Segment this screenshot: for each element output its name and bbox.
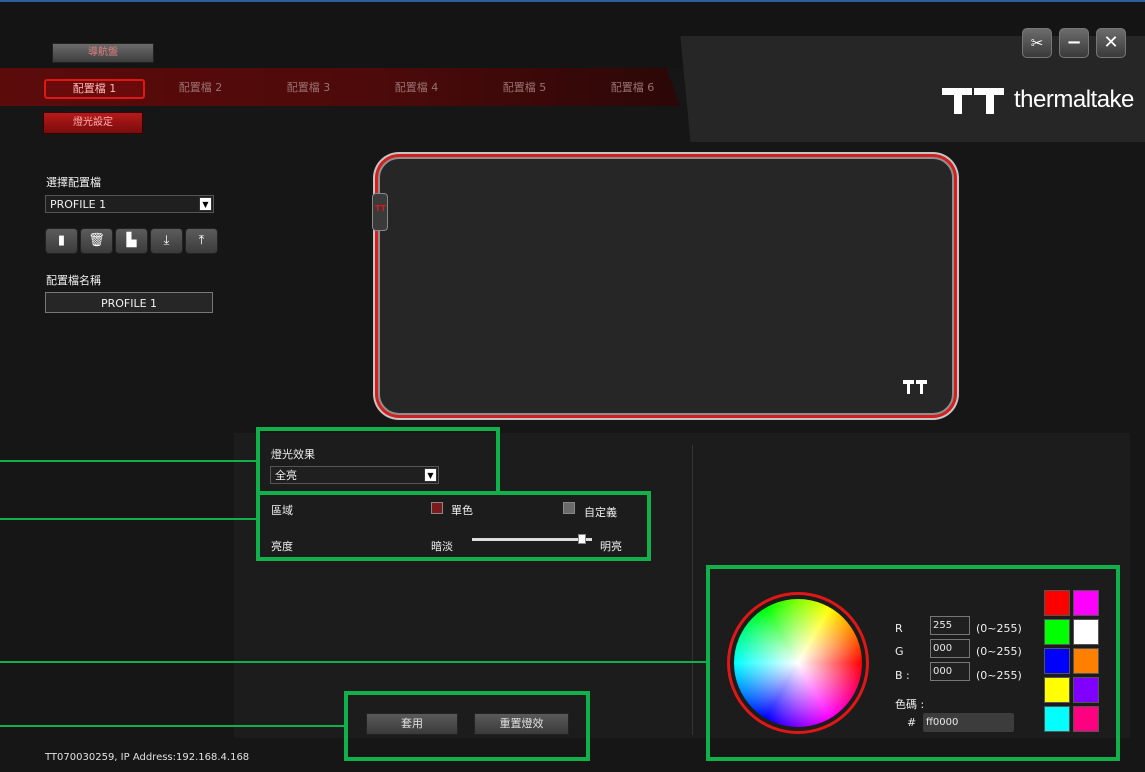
close-icon: ✕ xyxy=(1103,32,1119,53)
tab-profile-4[interactable]: 配置檔 4 xyxy=(368,79,465,97)
annotation-line-4 xyxy=(0,725,346,727)
profile-select[interactable]: PROFILE 1 ▼ xyxy=(45,195,214,213)
export-profile-button[interactable]: ⤒ xyxy=(185,228,218,254)
tools-icon: ✂ xyxy=(1030,34,1044,52)
chevron-down-icon[interactable]: ▼ xyxy=(199,197,212,211)
copy-icon: ▙ xyxy=(126,233,137,248)
import-profile-button[interactable]: ⤓ xyxy=(150,228,183,254)
annotation-line-1 xyxy=(0,460,258,462)
annotation-line-3 xyxy=(0,661,708,663)
panel-divider xyxy=(692,445,693,735)
profile-name-label: 配置檔名稱 xyxy=(46,274,101,287)
tab-profile-1[interactable]: 配置檔 1 xyxy=(44,79,145,99)
tab-profile-2[interactable]: 配置檔 2 xyxy=(152,79,249,97)
profile-select-value: PROFILE 1 xyxy=(50,198,107,211)
device-info: TT070030259, IP Address:192.168.4.168 xyxy=(45,752,250,763)
import-icon: ⤓ xyxy=(163,233,170,248)
thermaltake-logo: thermaltake xyxy=(940,82,1140,122)
annotation-box-effect xyxy=(256,427,500,495)
tab-profile-3[interactable]: 配置檔 3 xyxy=(260,79,357,97)
tab-profile-5[interactable]: 配置檔 5 xyxy=(476,79,573,97)
tt-logo-icon xyxy=(942,88,1004,114)
save-profile-button[interactable]: ▮ xyxy=(45,228,78,254)
mousepad-tt-logo-icon xyxy=(903,380,927,394)
mousepad-surface: TT xyxy=(372,157,954,415)
annotation-box-color xyxy=(706,565,1120,761)
nav-pad-button[interactable]: 導航盤 xyxy=(52,43,154,63)
minimize-button[interactable]: − xyxy=(1059,28,1089,58)
annotation-line-2 xyxy=(0,518,258,520)
mousepad-led-ring: TT xyxy=(372,154,957,418)
app-window: thermaltake ✂ − ✕ 導航盤 配置檔 1 配置檔 2 配置檔 3 … xyxy=(0,0,1145,772)
annotation-box-zone xyxy=(256,491,651,561)
delete-profile-button[interactable]: 🗑 xyxy=(80,228,113,254)
brand-name: thermaltake xyxy=(1014,86,1134,113)
delete-icon: 🗑 xyxy=(88,233,105,248)
tab-profile-6[interactable]: 配置檔 6 xyxy=(584,79,681,97)
copy-profile-button[interactable]: ▙ xyxy=(115,228,148,254)
save-icon: ▮ xyxy=(57,233,66,248)
minimize-icon: − xyxy=(1066,32,1082,53)
export-icon: ⤒ xyxy=(198,233,205,248)
tools-button[interactable]: ✂ xyxy=(1022,28,1052,58)
mousepad-preview: TT xyxy=(372,152,959,420)
select-profile-label: 選擇配置檔 xyxy=(46,176,101,189)
close-button[interactable]: ✕ xyxy=(1096,28,1126,58)
mousepad-connector: TT xyxy=(372,193,388,231)
lighting-settings-button[interactable]: 燈光設定 xyxy=(43,112,143,134)
profile-name-input[interactable]: PROFILE 1 xyxy=(45,292,213,313)
annotation-box-actions xyxy=(344,691,590,761)
connector-logo-icon: TT xyxy=(375,204,387,213)
